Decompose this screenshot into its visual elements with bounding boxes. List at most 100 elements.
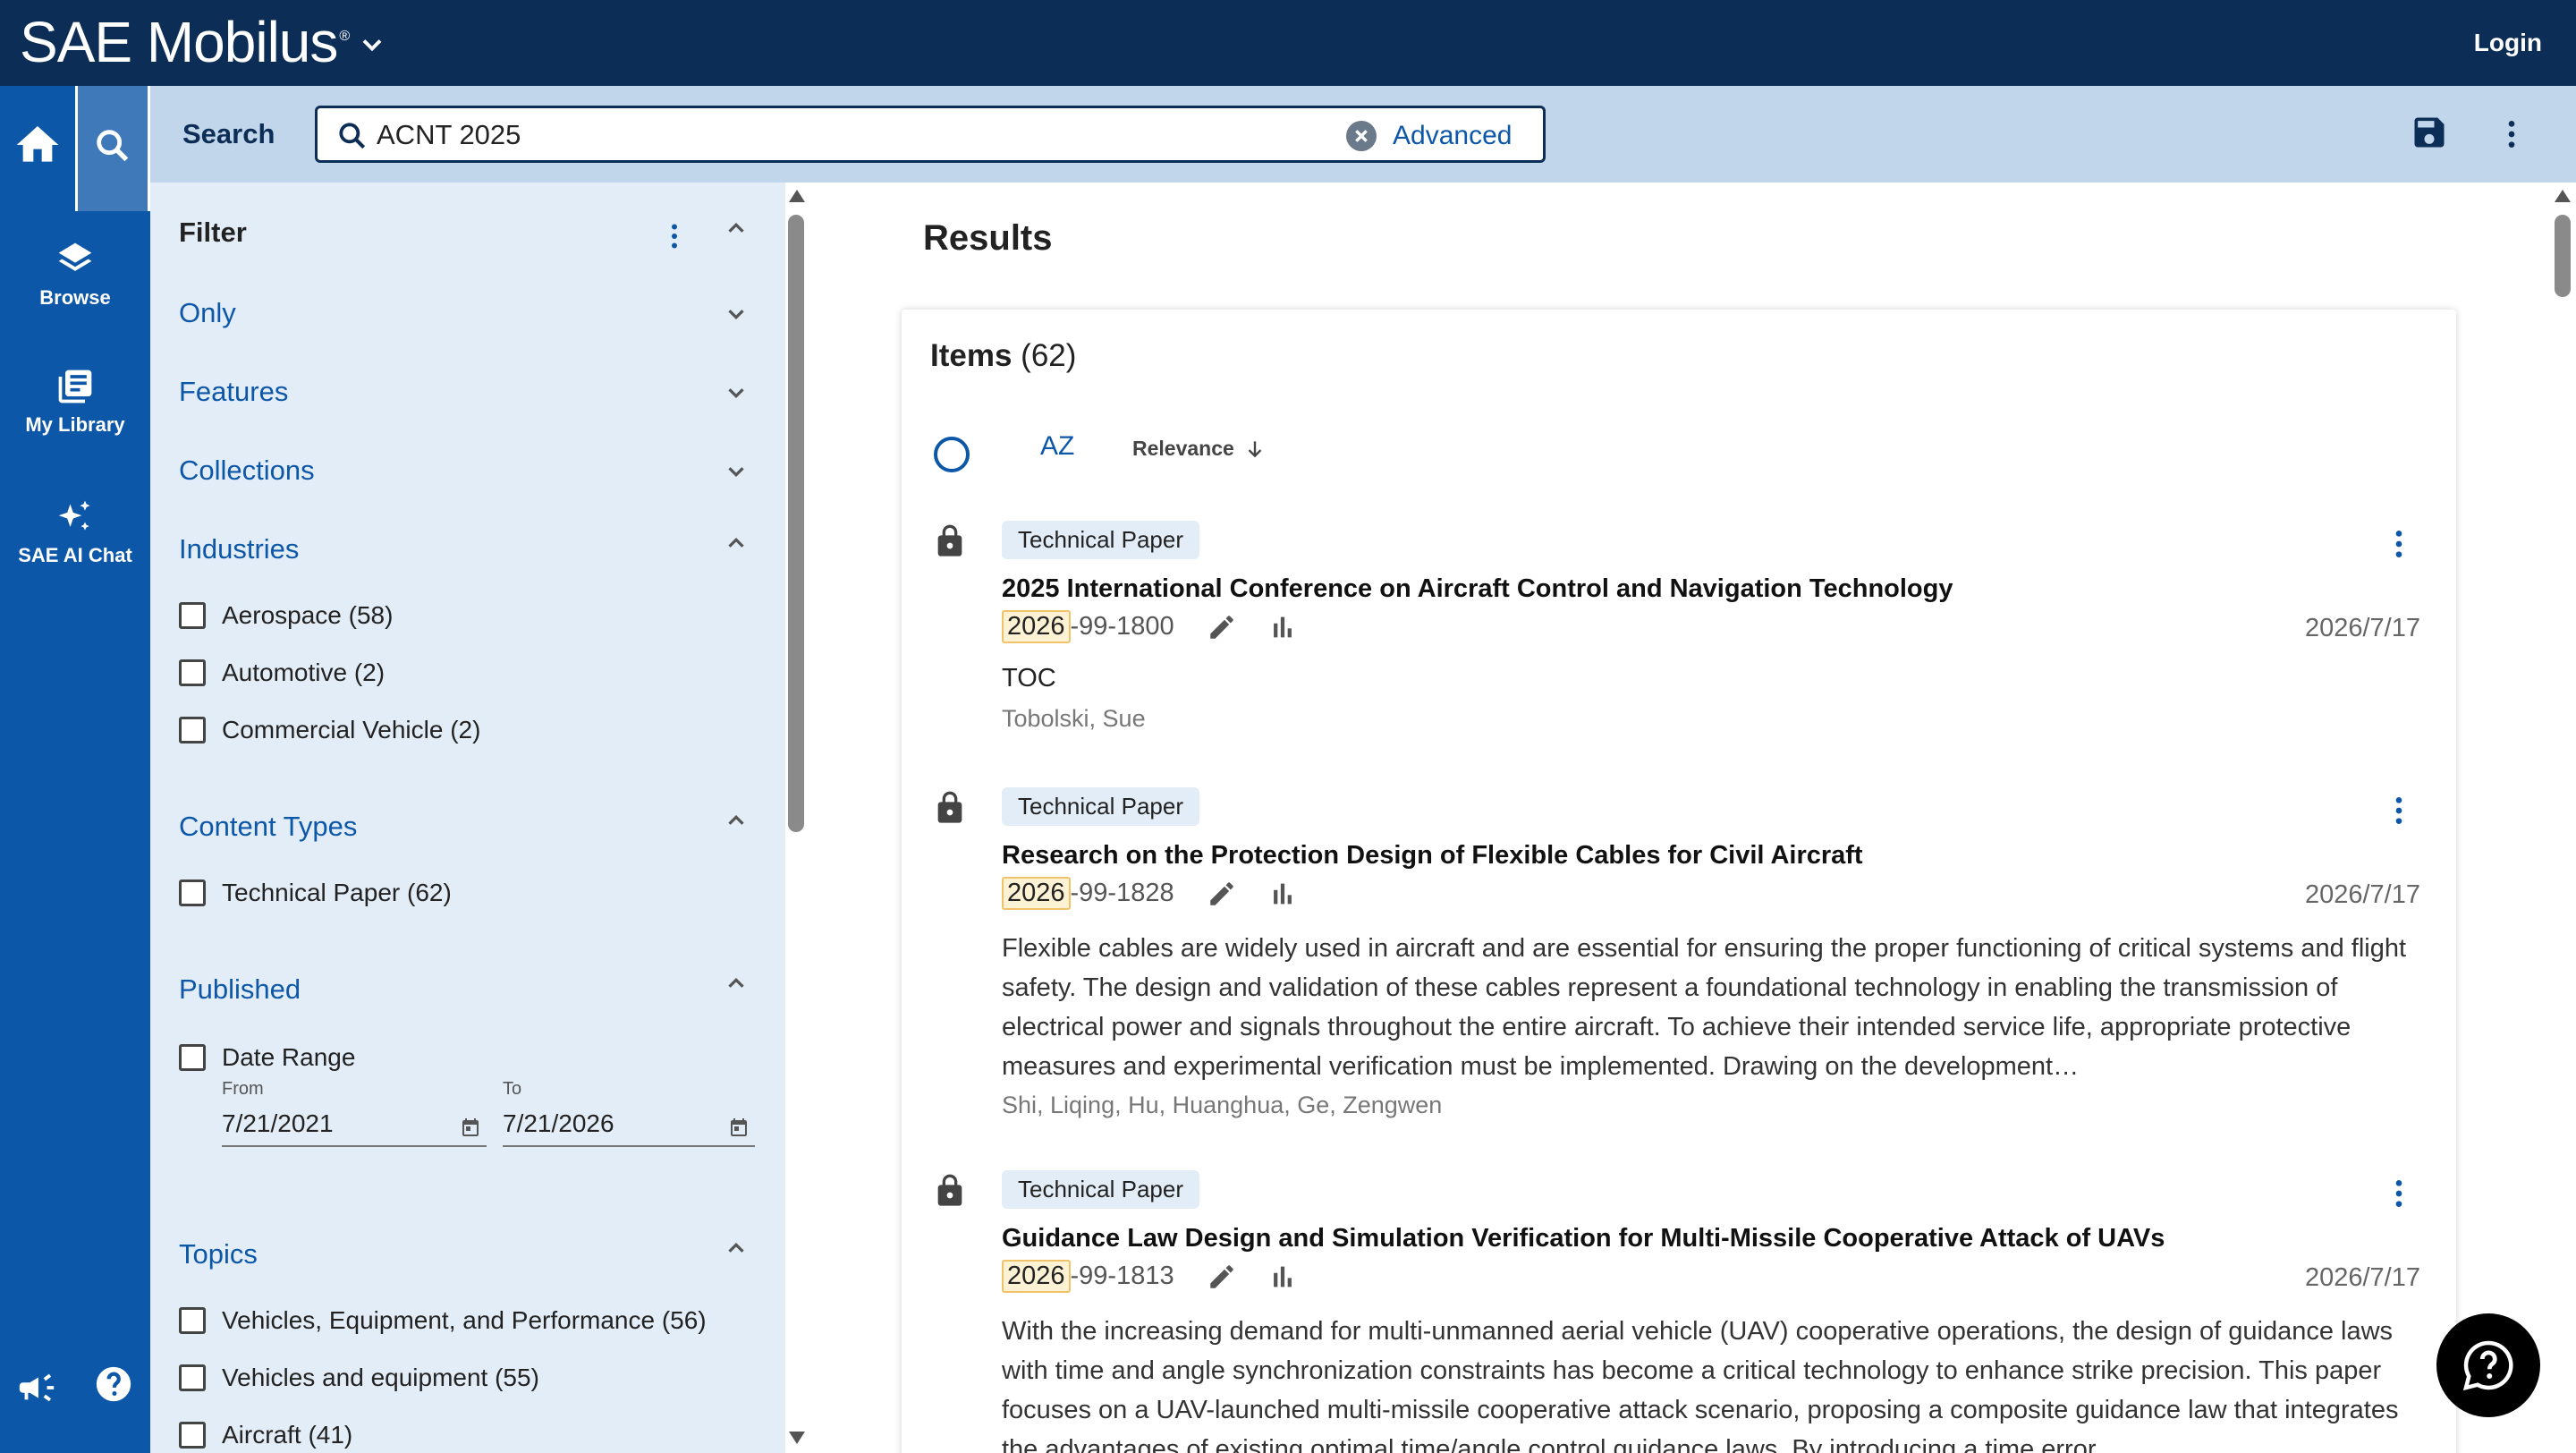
library-icon bbox=[58, 370, 92, 404]
checkbox[interactable] bbox=[179, 879, 206, 906]
filter-checkbox-technical-paper[interactable]: Technical Paper (62) bbox=[179, 879, 452, 907]
items-heading: Items (62) bbox=[930, 338, 1076, 374]
checkbox[interactable] bbox=[179, 1044, 206, 1071]
result-authors: Tobolski, Sue bbox=[1002, 705, 1146, 732]
date-from-input[interactable]: 7/21/2021 bbox=[222, 1108, 487, 1147]
help-icon[interactable] bbox=[93, 1364, 134, 1405]
checkbox[interactable] bbox=[179, 602, 206, 629]
filter-section-content-types[interactable]: Content Types bbox=[179, 811, 357, 843]
result-title-link[interactable]: Research on the Protection Design of Fle… bbox=[1002, 841, 1863, 871]
login-link[interactable]: Login bbox=[2474, 29, 2542, 57]
checkbox-label: Aerospace (58) bbox=[222, 601, 394, 629]
clear-search-button[interactable] bbox=[1346, 121, 1377, 151]
content-type-badge: Technical Paper bbox=[1002, 521, 1199, 559]
result-document-id: 2026 -99-1813 bbox=[1002, 1260, 1298, 1293]
calendar-icon[interactable] bbox=[460, 1117, 481, 1138]
checkbox-label: Automotive (2) bbox=[222, 659, 386, 686]
filter-section-only[interactable]: Only bbox=[179, 297, 236, 329]
checkbox-label: Vehicles and equipment (55) bbox=[222, 1364, 539, 1391]
checkbox[interactable] bbox=[179, 717, 206, 743]
megaphone-icon[interactable] bbox=[16, 1367, 57, 1408]
checkbox[interactable] bbox=[179, 1307, 206, 1334]
rail-item-browse[interactable]: Browse bbox=[0, 240, 150, 310]
scroll-up-arrow[interactable] bbox=[2555, 190, 2571, 202]
checkbox[interactable] bbox=[179, 1364, 206, 1391]
scroll-up-arrow[interactable] bbox=[789, 190, 805, 202]
search-input[interactable] bbox=[377, 117, 1271, 153]
items-count: (62) bbox=[1021, 338, 1077, 373]
more-vertical-icon[interactable] bbox=[658, 218, 691, 254]
date-to-input[interactable]: 7/21/2026 bbox=[503, 1108, 755, 1147]
filter-checkbox-date-range[interactable]: Date Range bbox=[179, 1043, 355, 1072]
pencil-icon[interactable] bbox=[1207, 879, 1237, 909]
calendar-icon[interactable] bbox=[728, 1117, 750, 1138]
search-bar: Search Advanced bbox=[150, 86, 2576, 183]
chevron-up-icon[interactable] bbox=[723, 970, 750, 997]
chevron-up-icon[interactable] bbox=[723, 530, 750, 557]
id-rest: -99-1800 bbox=[1070, 612, 1174, 641]
filter-checkbox-commercial-vehicle[interactable]: Commercial Vehicle (2) bbox=[179, 716, 480, 744]
rail-item-sae-ai-chat[interactable]: SAE AI Chat bbox=[0, 497, 150, 567]
content-type-badge: Technical Paper bbox=[1002, 787, 1199, 826]
results-title: Results bbox=[923, 218, 1053, 258]
rail-item-my-library[interactable]: My Library bbox=[0, 367, 150, 437]
chevron-down-icon[interactable] bbox=[723, 458, 750, 485]
rail-search-button[interactable] bbox=[75, 86, 150, 211]
filter-checkbox-vehicles-and-equipment[interactable]: Vehicles and equipment (55) bbox=[179, 1364, 539, 1392]
pencil-icon[interactable] bbox=[1207, 612, 1237, 642]
sort-alphabetical-button[interactable]: AZ bbox=[1040, 431, 1074, 462]
advanced-search-button[interactable]: Advanced bbox=[1393, 121, 1512, 151]
scroll-down-arrow[interactable] bbox=[789, 1432, 805, 1444]
top-bar: SAE Mobilus ® Login bbox=[0, 0, 2576, 86]
chevron-down-icon[interactable] bbox=[356, 29, 388, 61]
result-date: 2026/7/17 bbox=[2304, 1263, 2420, 1292]
filter-section-collections[interactable]: Collections bbox=[179, 455, 315, 487]
filter-checkbox-vehicles-equipment-performance[interactable]: Vehicles, Equipment, and Performance (56… bbox=[179, 1306, 707, 1335]
result-title-link[interactable]: Guidance Law Design and Simulation Verif… bbox=[1002, 1224, 2165, 1253]
scrollbar-thumb[interactable] bbox=[2555, 215, 2571, 297]
bar-chart-icon[interactable] bbox=[1267, 1262, 1298, 1292]
filter-checkbox-aircraft[interactable]: Aircraft (41) bbox=[179, 1421, 352, 1449]
chat-help-icon bbox=[2462, 1340, 2513, 1391]
chevron-up-icon[interactable] bbox=[723, 1235, 750, 1262]
id-highlight: 2026 bbox=[1002, 610, 1071, 643]
filter-checkbox-aerospace[interactable]: Aerospace (58) bbox=[179, 601, 393, 630]
scrollbar-thumb[interactable] bbox=[788, 215, 804, 832]
chevron-up-icon[interactable] bbox=[723, 215, 750, 242]
chevron-down-icon[interactable] bbox=[723, 301, 750, 327]
search-label: Search bbox=[182, 118, 275, 149]
filter-section-published[interactable]: Published bbox=[179, 973, 301, 1006]
more-vertical-icon[interactable] bbox=[2381, 526, 2417, 562]
sort-relevance-button[interactable]: Relevance bbox=[1132, 437, 1267, 461]
filter-section-topics[interactable]: Topics bbox=[179, 1238, 258, 1270]
checkbox-label: Date Range bbox=[222, 1043, 356, 1071]
result-title-link[interactable]: 2025 International Conference on Aircraf… bbox=[1002, 574, 1953, 604]
chevron-up-icon[interactable] bbox=[723, 807, 750, 834]
pencil-icon[interactable] bbox=[1207, 1262, 1237, 1292]
filter-section-features[interactable]: Features bbox=[179, 376, 288, 408]
lock-icon bbox=[937, 791, 962, 823]
filter-checkbox-automotive[interactable]: Automotive (2) bbox=[179, 659, 385, 687]
sparkle-icon bbox=[58, 500, 90, 531]
more-vertical-icon[interactable] bbox=[2381, 793, 2417, 828]
result-date: 2026/7/17 bbox=[2304, 614, 2420, 642]
brand-logo[interactable]: SAE Mobilus ® bbox=[20, 9, 350, 75]
results-scrollbar[interactable] bbox=[2549, 183, 2576, 1453]
chevron-down-icon[interactable] bbox=[723, 379, 750, 406]
save-icon[interactable] bbox=[2410, 113, 2449, 152]
bar-chart-icon[interactable] bbox=[1267, 879, 1298, 909]
help-chat-button[interactable] bbox=[2436, 1313, 2540, 1417]
home-icon[interactable] bbox=[13, 120, 63, 170]
date-to-value: 7/21/2026 bbox=[503, 1109, 614, 1137]
more-vertical-icon[interactable] bbox=[2381, 1176, 2417, 1211]
filter-scrollbar[interactable] bbox=[787, 183, 807, 1453]
checkbox[interactable] bbox=[179, 659, 206, 686]
bar-chart-icon[interactable] bbox=[1267, 612, 1298, 642]
search-box[interactable]: Advanced bbox=[315, 106, 1546, 163]
results-card: Items (62) AZ Relevance Technical Paper … bbox=[902, 310, 2456, 1453]
filter-title: Filter bbox=[179, 217, 247, 248]
more-vertical-icon[interactable] bbox=[2494, 116, 2529, 152]
filter-section-industries[interactable]: Industries bbox=[179, 533, 299, 565]
checkbox[interactable] bbox=[179, 1422, 206, 1449]
select-all-toggle[interactable] bbox=[934, 437, 970, 472]
